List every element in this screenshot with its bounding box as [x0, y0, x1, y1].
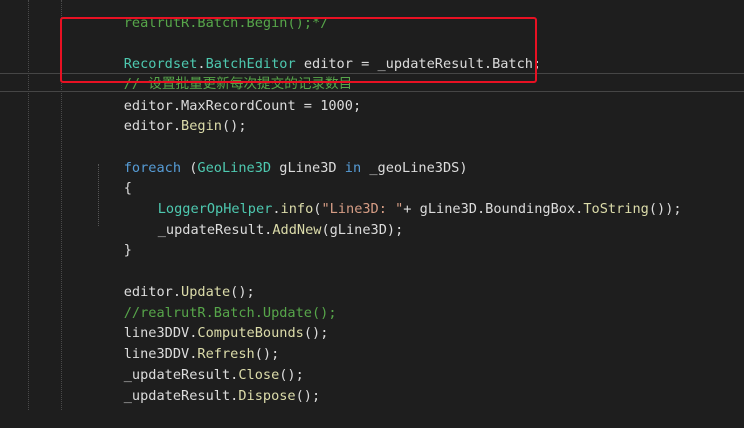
code-line[interactable]: _updateResult.AddNew(gLine3D);: [125, 199, 404, 238]
code-line[interactable]: //realrutR.Batch.Update();: [91, 282, 337, 321]
brace-token: }: [123, 242, 132, 258]
code-token: ;: [352, 98, 362, 114]
code-token: ();: [221, 118, 247, 134]
type-token: GeoLine3D: [197, 160, 272, 176]
code-line[interactable]: _updateResult.Dispose();: [91, 365, 320, 404]
annotation-highlight-box: [60, 17, 537, 83]
code-line[interactable]: line3DDV.ComputeBounds();: [91, 302, 329, 341]
code-line[interactable]: realrutR.Batch.Begin();*/: [91, 0, 329, 31]
method-token: ToString: [583, 201, 649, 217]
code-line[interactable]: LoggerOpHelper.info("Line3D: "+ gLine3D.…: [125, 178, 682, 217]
code-line[interactable]: line3DDV.Refresh();: [91, 323, 280, 362]
code-line[interactable]: _updateResult.Close();: [91, 344, 304, 383]
code-line[interactable]: foreach (GeoLine3D gLine3D in _geoLine3D…: [91, 137, 468, 176]
code-line[interactable]: editor.Update();: [91, 261, 255, 300]
method-token: Begin: [181, 118, 222, 134]
number-token: 1000: [320, 98, 353, 114]
code-token: gLine3D: [271, 160, 345, 176]
method-token: AddNew: [272, 222, 322, 238]
code-token: editor.: [123, 118, 182, 134]
code-token: ());: [648, 201, 682, 217]
keyword-token: foreach: [123, 160, 182, 176]
code-token: ();: [295, 388, 321, 404]
code-token: =: [295, 98, 321, 114]
code-token: (gLine3D);: [321, 222, 404, 238]
code-line[interactable]: {: [91, 157, 132, 196]
code-editor[interactable]: realrutR.Batch.Begin();*/ Recordset.Batc…: [0, 0, 744, 410]
code-token: (: [181, 160, 198, 176]
keyword-token: in: [344, 160, 362, 176]
code-token: _geoLine3DS): [361, 160, 468, 176]
code-line[interactable]: editor.Begin();: [91, 95, 247, 134]
indent-guide: [28, 0, 29, 410]
code-token: + gLine3D.: [403, 201, 486, 217]
code-line[interactable]: }: [91, 219, 132, 258]
method-token: Dispose: [238, 388, 296, 404]
code-token: _updateResult.: [157, 222, 273, 238]
property-token: BoundingBox: [485, 201, 576, 217]
code-token: _updateResult.: [123, 388, 239, 404]
code-token: ();: [303, 325, 329, 341]
